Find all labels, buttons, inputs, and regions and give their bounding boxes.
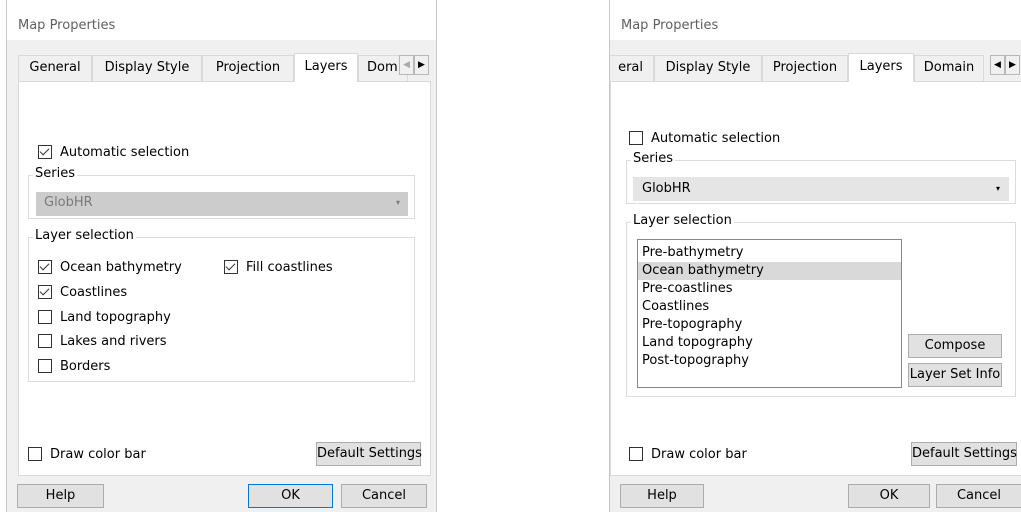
dialog-title: Map Properties — [18, 18, 116, 33]
tab-layers[interactable]: Layers — [294, 53, 358, 82]
fill-coastlines-label: Fill coastlines — [246, 260, 333, 275]
series-dropdown[interactable]: GlobHR ▾ — [633, 177, 1009, 201]
list-item[interactable]: Post-topography — [638, 352, 901, 370]
land-topography-label: Land topography — [60, 310, 171, 325]
tab-display-style[interactable]: Display Style — [654, 55, 762, 81]
tab-scroll-right-icon[interactable]: ▶ — [414, 55, 429, 75]
borders-label: Borders — [60, 359, 111, 374]
map-properties-dialog-left: Map Properties General Display Style Pro… — [6, 0, 437, 512]
title-bar: Map Properties — [610, 0, 1021, 40]
automatic-selection-checkbox[interactable] — [629, 131, 643, 145]
draw-color-bar-checkbox[interactable] — [629, 447, 643, 461]
series-legend: Series — [631, 151, 675, 166]
cancel-button[interactable]: Cancel — [936, 484, 1021, 508]
tab-scroll-buttons: ◀ ▶ — [990, 55, 1020, 75]
dialog-title: Map Properties — [621, 18, 719, 33]
layer-selection-group: Layer selection Pre-bathymetry Ocean bat… — [626, 213, 1016, 397]
ok-button[interactable]: OK — [248, 484, 333, 508]
draw-color-bar-label: Draw color bar — [50, 447, 146, 462]
ok-button[interactable]: OK — [848, 484, 930, 508]
map-properties-dialog-right: Map Properties eral Display Style Projec… — [609, 0, 1021, 512]
series-legend: Series — [33, 166, 77, 181]
help-button[interactable]: Help — [620, 484, 704, 508]
series-value: GlobHR — [44, 195, 93, 210]
tab-projection[interactable]: Projection — [202, 55, 294, 81]
default-settings-button[interactable]: Default Settings — [911, 442, 1017, 466]
coastlines-label: Coastlines — [60, 285, 128, 300]
list-item[interactable]: Pre-bathymetry — [638, 244, 901, 262]
lakes-and-rivers-checkbox[interactable] — [38, 334, 52, 348]
cancel-button[interactable]: Cancel — [341, 484, 427, 508]
list-item[interactable]: Coastlines — [638, 298, 901, 316]
tab-scroll-left-icon[interactable]: ◀ — [990, 55, 1005, 75]
list-item-selected[interactable]: Ocean bathymetry — [638, 262, 901, 280]
list-item[interactable]: Pre-topography — [638, 316, 901, 334]
tab-layers[interactable]: Layers — [848, 53, 914, 82]
layers-tab-panel: Automatic selection Series GlobHR ▾ Laye… — [18, 81, 431, 476]
tab-domain[interactable]: Domain — [914, 55, 984, 81]
layers-tab-panel: Automatic selection Series GlobHR ▾ Laye… — [610, 81, 1021, 476]
series-group: Series GlobHR ▾ — [28, 166, 415, 219]
title-bar: Map Properties — [7, 0, 436, 40]
layer-selection-group: Layer selection Ocean bathymetry Fill co… — [28, 228, 415, 382]
layer-selection-legend: Layer selection — [631, 213, 734, 228]
chevron-down-icon: ▾ — [995, 184, 1000, 193]
compose-button[interactable]: Compose — [908, 334, 1002, 358]
tab-scroll-left-icon[interactable]: ◀ — [399, 55, 414, 75]
automatic-selection-checkbox[interactable] — [38, 145, 52, 159]
series-value: GlobHR — [642, 181, 691, 196]
list-item[interactable]: Land topography — [638, 334, 901, 352]
layer-selection-legend: Layer selection — [33, 228, 136, 243]
draw-color-bar-label: Draw color bar — [651, 447, 747, 462]
tab-display-style[interactable]: Display Style — [92, 55, 202, 81]
tab-general[interactable]: General — [18, 55, 92, 81]
default-settings-button[interactable]: Default Settings — [316, 442, 422, 466]
dialog-body: eral Display Style Projection Layers Dom… — [610, 40, 1021, 512]
chevron-down-icon: ▾ — [395, 198, 400, 207]
automatic-selection-label: Automatic selection — [651, 131, 781, 146]
help-button[interactable]: Help — [17, 484, 104, 508]
tab-projection[interactable]: Projection — [762, 55, 848, 81]
draw-color-bar-checkbox[interactable] — [28, 447, 42, 461]
lakes-and-rivers-label: Lakes and rivers — [60, 334, 167, 349]
ocean-bathymetry-label: Ocean bathymetry — [60, 260, 182, 275]
tab-scroll-buttons: ◀ ▶ — [399, 55, 429, 75]
land-topography-checkbox[interactable] — [38, 310, 52, 324]
ocean-bathymetry-checkbox[interactable] — [38, 260, 52, 274]
layer-set-info-button[interactable]: Layer Set Info — [908, 363, 1002, 387]
list-item[interactable]: Pre-coastlines — [638, 280, 901, 298]
fill-coastlines-checkbox[interactable] — [224, 260, 238, 274]
automatic-selection-label: Automatic selection — [60, 145, 190, 160]
layer-list[interactable]: Pre-bathymetry Ocean bathymetry Pre-coas… — [637, 239, 902, 388]
tab-scroll-right-icon[interactable]: ▶ — [1005, 55, 1020, 75]
tab-general[interactable]: eral — [610, 55, 654, 81]
series-group: Series GlobHR ▾ — [626, 151, 1016, 204]
borders-checkbox[interactable] — [38, 359, 52, 373]
coastlines-checkbox[interactable] — [38, 285, 52, 299]
series-dropdown[interactable]: GlobHR ▾ — [36, 192, 408, 216]
dialog-body: General Display Style Projection Layers … — [7, 40, 436, 512]
